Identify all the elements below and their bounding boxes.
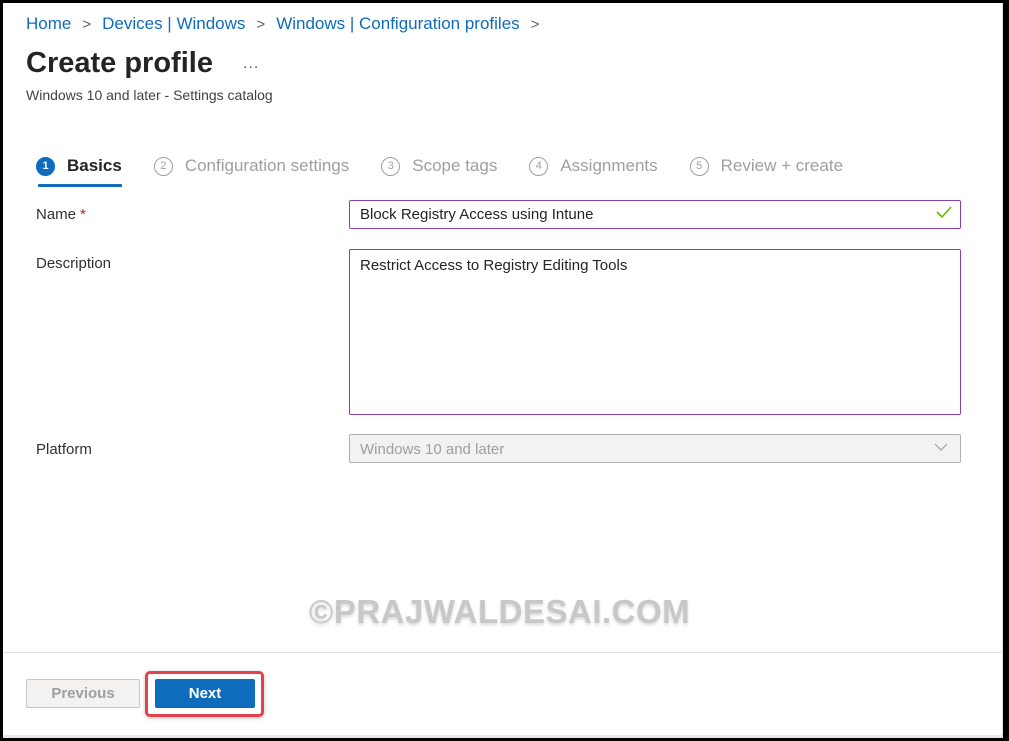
step-label: Assignments	[560, 156, 658, 175]
step-review-create[interactable]: 5 Review + create	[689, 151, 844, 181]
platform-select[interactable]: Windows 10 and later	[349, 434, 961, 463]
step-number-badge: 1	[36, 156, 55, 176]
step-number-badge: 3	[381, 156, 401, 176]
step-configuration-settings[interactable]: 2 Configuration settings	[153, 151, 350, 181]
breadcrumb-configuration-profiles[interactable]: Windows | Configuration profiles	[276, 14, 519, 34]
description-label: Description	[36, 255, 112, 272]
step-label: Review + create	[720, 156, 844, 175]
required-marker: *	[80, 206, 86, 223]
page-title: Create profile	[26, 47, 213, 79]
chevron-down-icon	[934, 443, 948, 451]
step-label: Basics	[67, 156, 122, 175]
step-number-badge: 2	[153, 156, 173, 176]
name-label-text: Name	[36, 206, 77, 223]
name-input[interactable]: Block Registry Access using Intune	[349, 200, 961, 229]
previous-button[interactable]: Previous	[26, 679, 140, 708]
step-label: Scope tags	[412, 156, 498, 175]
breadcrumb-separator-icon: >	[530, 15, 540, 33]
platform-label: Platform	[36, 441, 92, 458]
description-textarea[interactable]: Restrict Access to Registry Editing Tool…	[349, 249, 961, 415]
page-subtitle: Windows 10 and later - Settings catalog	[26, 87, 273, 103]
step-basics[interactable]: 1 Basics	[36, 151, 122, 187]
next-button[interactable]: Next	[155, 679, 255, 708]
step-label: Configuration settings	[184, 156, 350, 175]
breadcrumb-devices-windows[interactable]: Devices | Windows	[102, 14, 245, 34]
breadcrumb-separator-icon: >	[256, 15, 266, 33]
bottom-scrollbar-track	[3, 735, 1002, 738]
step-assignments[interactable]: 4 Assignments	[529, 151, 658, 181]
description-value: Restrict Access to Registry Editing Tool…	[360, 257, 628, 274]
checkmark-icon	[936, 205, 952, 224]
step-number-badge: 4	[529, 156, 549, 176]
watermark: ©PRAJWALDESAI.COM	[309, 593, 691, 630]
name-input-value: Block Registry Access using Intune	[360, 206, 594, 223]
more-options-icon[interactable]: ...	[243, 55, 259, 73]
page-frame: Home > Devices | Windows > Windows | Con…	[3, 3, 1003, 738]
breadcrumb: Home > Devices | Windows > Windows | Con…	[26, 14, 550, 34]
footer-divider	[3, 652, 1002, 653]
breadcrumb-home[interactable]: Home	[26, 14, 71, 34]
step-scope-tags[interactable]: 3 Scope tags	[381, 151, 497, 181]
wizard-steps: 1 Basics 2 Configuration settings 3 Scop…	[36, 151, 875, 187]
platform-select-value: Windows 10 and later	[360, 441, 505, 458]
name-label: Name *	[36, 206, 86, 223]
breadcrumb-separator-icon: >	[82, 15, 92, 33]
step-number-badge: 5	[689, 156, 709, 176]
